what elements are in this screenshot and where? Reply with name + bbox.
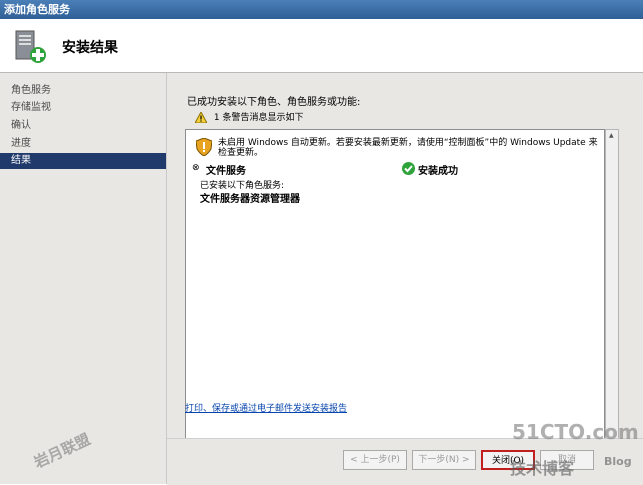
install-status: 安装成功 [418,166,458,177]
wizard-header: 安装结果 [0,19,643,73]
server-add-icon [15,30,46,63]
update-notice-text: 未启用 Windows 自动更新。若要安装最新更新，请使用“控制面板”中的 Wi… [218,138,598,158]
success-check-icon [402,162,415,175]
collapse-icon[interactable]: ⊗ [192,163,200,173]
page-title: 安装结果 [62,40,118,56]
watermark-tech-blog: 技术博客 [510,459,575,478]
role-name: 文件服务 [206,166,246,177]
window-title-bar: 添加角色服务 [0,0,643,19]
scroll-up-icon[interactable]: ▲ [609,132,614,139]
watermark-51cto: 51CTO.com [512,420,639,444]
window-title: 添加角色服务 [4,3,70,16]
results-content: 已成功安装以下角色、角色服务或功能: 1 条警告消息显示如下 未启用 Windo… [167,73,643,463]
installed-service-item: 文件服务器资源管理器 [200,194,300,205]
security-shield-icon [196,138,212,156]
intro-text: 已成功安装以下角色、角色服务或功能: [187,97,361,108]
wizard-steps-sidebar: 角色服务 存储监视 确认 进度 结果 [0,73,167,484]
role-header-row: ⊗ 文件服务 安装成功 [192,162,604,177]
sidebar-item-storage-monitoring[interactable]: 存储监视 [0,100,166,116]
panel-scrollbar[interactable]: ▲ ▼ [605,129,619,463]
next-button[interactable]: 下一步(N) > [412,450,476,470]
update-notice: 未启用 Windows 自动更新。若要安装最新更新，请使用“控制面板”中的 Wi… [192,136,604,158]
warning-icon [194,110,208,124]
warning-summary-text: 1 条警告消息显示如下 [213,113,304,123]
sidebar-item-confirmation[interactable]: 确认 [0,118,166,134]
sidebar-item-role-services[interactable]: 角色服务 [0,83,166,99]
report-link[interactable]: 打印、保存或通过电子邮件发送安装报告 [185,401,347,414]
watermark-blog: Blog [604,455,632,468]
sidebar-item-results[interactable]: 结果 [0,153,166,169]
sidebar-item-progress[interactable]: 进度 [0,136,166,152]
previous-button[interactable]: < 上一步(P) [343,450,407,470]
warning-summary: 1 条警告消息显示如下 [194,110,304,124]
